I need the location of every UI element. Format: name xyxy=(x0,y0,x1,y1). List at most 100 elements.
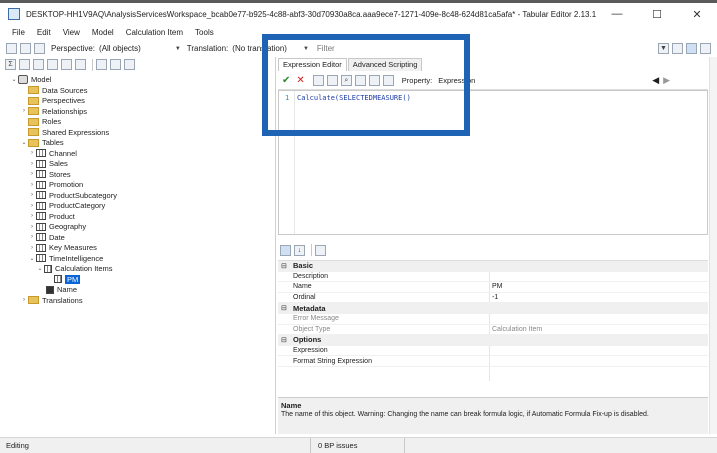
calculation-item-icon xyxy=(54,275,62,284)
property-row[interactable]: Name PM xyxy=(278,282,708,293)
copy-icon[interactable] xyxy=(124,59,135,70)
tree-node-timeintelligence[interactable]: ⌄ TimeIntelligence xyxy=(28,253,103,264)
separator xyxy=(311,244,312,256)
tree-node-stores[interactable]: › Stores xyxy=(28,169,71,180)
category-metadata[interactable]: ⊟ Metadata xyxy=(278,303,708,314)
model-icon xyxy=(18,74,28,84)
tree-node-productsubcategory[interactable]: › ProductSubcategory xyxy=(28,190,117,201)
folder-icon xyxy=(28,296,39,305)
menu-calculation-item[interactable]: Calculation Item xyxy=(126,28,183,37)
table-icon xyxy=(36,212,46,221)
tree-node-product[interactable]: › Product xyxy=(28,211,75,222)
table-icon xyxy=(36,159,46,168)
property-pages-icon[interactable] xyxy=(315,244,326,256)
description-panel: Name The name of this object. Warning: C… xyxy=(278,397,708,434)
folder-open-icon xyxy=(28,138,39,147)
tree-node-shared-expressions[interactable]: Shared Expressions xyxy=(20,127,109,138)
tree-node-pm[interactable]: PM xyxy=(46,274,81,285)
app-icon xyxy=(8,8,20,20)
table-icon xyxy=(36,222,46,231)
category-options[interactable]: ⊟ Options xyxy=(278,335,708,346)
property-grid: ⊟ Basic Description Name PM Ordinal -1 ⊟ Met… xyxy=(278,260,708,395)
menu-file[interactable]: File xyxy=(12,28,25,37)
folder-icon xyxy=(28,107,39,116)
tree-node-perspectives[interactable]: Perspectives xyxy=(20,96,85,107)
property-row[interactable]: Error Message xyxy=(278,314,708,325)
tree-node-data-sources[interactable]: Data Sources xyxy=(20,85,87,96)
categorized-icon[interactable] xyxy=(280,244,291,256)
perspective-select[interactable]: (All objects) xyxy=(99,44,141,53)
calculation-group-icon xyxy=(36,254,46,263)
save-icon[interactable] xyxy=(34,43,45,54)
table-icon xyxy=(36,170,46,179)
tree-node-promotion[interactable]: › Promotion xyxy=(28,180,83,191)
category-basic[interactable]: ⊟ Basic xyxy=(278,261,708,272)
folder-icon xyxy=(28,128,39,137)
fill-icon[interactable] xyxy=(61,59,72,70)
tree-node-relationships[interactable]: › Relationships xyxy=(20,106,87,117)
menu-edit[interactable]: Edit xyxy=(37,28,51,37)
tree-node-name[interactable]: Name xyxy=(38,285,77,296)
table-icon xyxy=(36,149,46,158)
tree-node-sales[interactable]: › Sales xyxy=(28,159,68,170)
separator xyxy=(310,438,311,453)
layout-icon[interactable] xyxy=(672,43,683,54)
property-row[interactable]: Expression xyxy=(278,346,708,357)
hidden-icon[interactable] xyxy=(75,59,86,70)
window-title: DESKTOP-HH1V9AQ\AnalysisServicesWorkspac… xyxy=(26,9,597,19)
tree-node-calculation-items[interactable]: ⌄ Calculation Items xyxy=(36,264,112,275)
layout-selected-icon[interactable] xyxy=(686,43,697,54)
filter-icon[interactable]: ▼ xyxy=(658,43,669,54)
forward-icon[interactable]: ▶ xyxy=(663,75,670,86)
close-button[interactable]: ✕ xyxy=(677,3,717,25)
description-title: Name xyxy=(281,401,302,410)
menu-view[interactable]: View xyxy=(63,28,80,37)
table-icon xyxy=(36,180,46,189)
panel-icon[interactable] xyxy=(700,43,711,54)
connect-icon[interactable] xyxy=(20,43,31,54)
property-row[interactable]: Description xyxy=(278,272,708,283)
bp-issues[interactable]: 0 BP issues xyxy=(318,441,357,450)
vertical-scrollbar[interactable] xyxy=(709,57,717,434)
collapse-icon[interactable]: ⊟ xyxy=(281,336,287,344)
tree-node-translations[interactable]: › Translations xyxy=(20,295,83,306)
menu-model[interactable]: Model xyxy=(92,28,114,37)
tree-node-date[interactable]: › Date xyxy=(28,232,65,243)
collapse-icon[interactable]: ⊟ xyxy=(281,262,287,270)
tree-node-key-measures[interactable]: › Key Measures xyxy=(28,243,97,254)
property-row[interactable]: Format String Expression xyxy=(278,356,708,367)
calendar-table-icon xyxy=(36,233,46,242)
tree-node-productcategory[interactable]: › ProductCategory xyxy=(28,201,105,212)
minimize-button[interactable]: — xyxy=(597,3,637,25)
tree-node-roles[interactable]: Roles xyxy=(20,117,61,128)
property-row[interactable]: Ordinal -1 xyxy=(278,293,708,304)
back-icon[interactable]: ◀ xyxy=(652,75,659,86)
property-row[interactable]: Object Type Calculation Item xyxy=(278,325,708,336)
columns-icon[interactable] xyxy=(96,59,107,70)
folder-icon xyxy=(28,86,39,95)
sort-icon[interactable] xyxy=(110,59,121,70)
table-icon xyxy=(36,201,46,210)
chevron-down-icon[interactable]: ▼ xyxy=(175,46,181,52)
tree-node-model[interactable]: ⌄ Model xyxy=(10,74,51,85)
tree-node-tables[interactable]: ⌄ Tables xyxy=(20,138,63,149)
tree-node-geography[interactable]: › Geography xyxy=(28,222,86,233)
property-toolbar: ↓ xyxy=(278,242,708,258)
column-icon xyxy=(46,285,54,294)
calculation-items-icon xyxy=(44,264,52,273)
model-tree: ⌄ Model Data Sources Perspectives › Relati… xyxy=(0,72,275,434)
perspective-icon[interactable] xyxy=(47,59,58,70)
open-icon[interactable] xyxy=(6,43,17,54)
hierarchy-icon[interactable] xyxy=(33,59,44,70)
tree-toolbar: Σ xyxy=(0,57,270,72)
maximize-button[interactable]: ☐ xyxy=(637,3,677,25)
folder-icon xyxy=(28,117,39,126)
table-icon[interactable] xyxy=(19,59,30,70)
separator xyxy=(92,58,93,71)
tree-node-channel[interactable]: › Channel xyxy=(28,148,77,159)
sigma-icon[interactable]: Σ xyxy=(5,59,16,70)
highlight-box xyxy=(262,34,470,136)
alphabetical-icon[interactable]: ↓ xyxy=(294,244,305,256)
collapse-icon[interactable]: ⊟ xyxy=(281,304,287,312)
menu-tools[interactable]: Tools xyxy=(195,28,214,37)
